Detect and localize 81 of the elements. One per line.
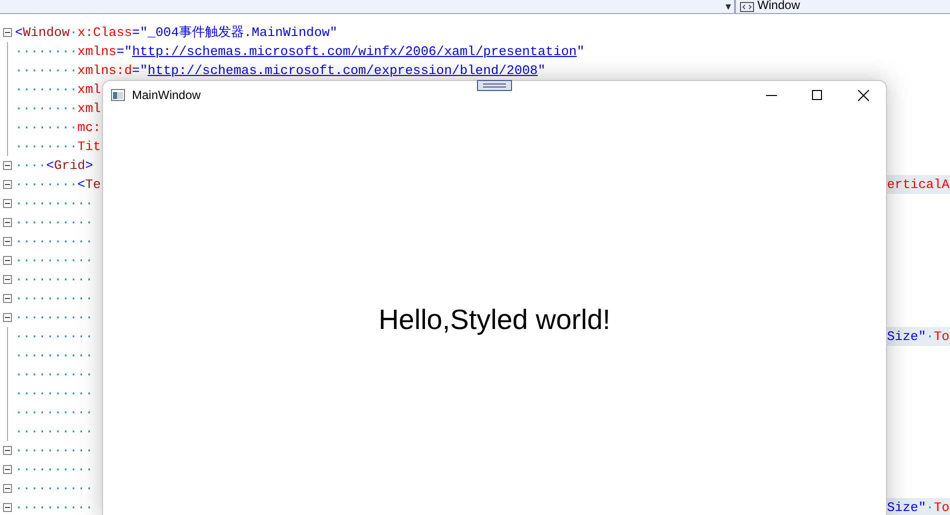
whitespace-marker: ·········· [15, 309, 94, 327]
whitespace-marker: ·········· [15, 271, 94, 289]
code-token: mc: [77, 119, 101, 137]
whitespace-marker: ········ [15, 43, 78, 61]
whitespace-marker: ·········· [15, 214, 94, 232]
whitespace-marker: ·········· [15, 404, 94, 422]
whitespace-marker: ·········· [15, 347, 94, 365]
code-token: > [85, 157, 94, 175]
code-token: erticalA [887, 176, 950, 194]
whitespace-marker: ········ [15, 138, 78, 156]
code-token: To [934, 499, 950, 515]
collapse-icon[interactable] [3, 294, 12, 303]
code-token: Te [85, 176, 101, 194]
code-token: = [116, 43, 124, 61]
whitespace-marker: · [926, 328, 934, 346]
window-title: MainWindow [132, 87, 201, 104]
whitespace-marker: ···· [15, 157, 46, 175]
whitespace-marker: ·········· [15, 233, 94, 251]
whitespace-marker: ·········· [15, 499, 94, 515]
collapse-icon[interactable] [3, 446, 12, 455]
collapse-icon[interactable] [3, 256, 12, 265]
code-token: = [132, 62, 140, 80]
code-token: Window [22, 24, 70, 42]
whitespace-marker: ········ [15, 176, 78, 194]
code-token: To [934, 328, 950, 346]
collapse-icon[interactable] [3, 28, 12, 37]
whitespace-marker: ·········· [15, 461, 94, 479]
code-token: " [538, 62, 546, 80]
code-token: Size" [887, 328, 926, 346]
whitespace-marker: ·········· [15, 423, 94, 441]
dropdown[interactable]: ▾ [725, 0, 736, 13]
code-token: Size" [887, 499, 926, 515]
collapse-icon[interactable] [3, 237, 12, 246]
collapse-icon[interactable] [3, 503, 12, 512]
maximize-icon [812, 90, 822, 100]
whitespace-marker: ·········· [15, 252, 94, 270]
minimize-icon [766, 94, 776, 96]
whitespace-marker: ·········· [15, 366, 94, 384]
collapse-icon[interactable] [3, 218, 12, 227]
whitespace-marker: ·········· [15, 195, 94, 213]
whitespace-marker: ········ [15, 100, 78, 118]
code-token: xml [77, 81, 101, 99]
code-token: < [77, 176, 86, 194]
code-icon [740, 2, 754, 12]
whitespace-marker: ·········· [15, 328, 94, 346]
code-token: Grid [54, 157, 86, 175]
code-link[interactable]: http://schemas.microsoft.com/winfx/2006/xaml/presentation [132, 42, 577, 61]
whitespace-marker: ·········· [15, 290, 94, 308]
whitespace-marker: · [926, 499, 934, 515]
code-link[interactable]: http://schemas.microsoft.com/expression/blend/2008 [148, 61, 538, 80]
window-icon [111, 89, 125, 101]
code-token: Tit [77, 138, 101, 156]
whitespace-marker: ·········· [15, 480, 94, 498]
collapse-icon[interactable] [3, 161, 12, 170]
element-selector[interactable]: Window [740, 0, 800, 13]
whitespace-marker: · [70, 24, 78, 42]
hello-text: Hello,Styled world! [378, 303, 610, 337]
code-token: xmlns:d [77, 62, 132, 80]
splitter-handle[interactable] [477, 80, 512, 91]
code-token: xml [77, 100, 101, 118]
collapse-icon[interactable] [3, 199, 12, 208]
code-token: " [140, 62, 148, 80]
whitespace-marker: ········ [15, 81, 78, 99]
code-token: "_004事件触发器.MainWindow" [140, 24, 338, 42]
whitespace-marker: ·········· [15, 442, 94, 460]
whitespace-marker: ········ [15, 62, 78, 80]
code-token: xmlns [77, 43, 116, 61]
code-token: " [576, 43, 585, 61]
collapse-icon[interactable] [3, 313, 12, 322]
collapse-icon[interactable] [3, 275, 12, 284]
code-token: < [46, 157, 54, 175]
whitespace-marker: ·········· [15, 385, 94, 403]
code-token: < [15, 24, 23, 42]
close-icon [858, 90, 868, 100]
code-token: = [132, 24, 140, 42]
whitespace-marker: ········ [15, 119, 78, 137]
code-token: x:Class [77, 24, 132, 42]
collapse-icon[interactable] [3, 180, 12, 189]
collapse-icon[interactable] [3, 465, 12, 474]
collapse-icon[interactable] [3, 484, 12, 493]
code-token: " [124, 43, 132, 61]
